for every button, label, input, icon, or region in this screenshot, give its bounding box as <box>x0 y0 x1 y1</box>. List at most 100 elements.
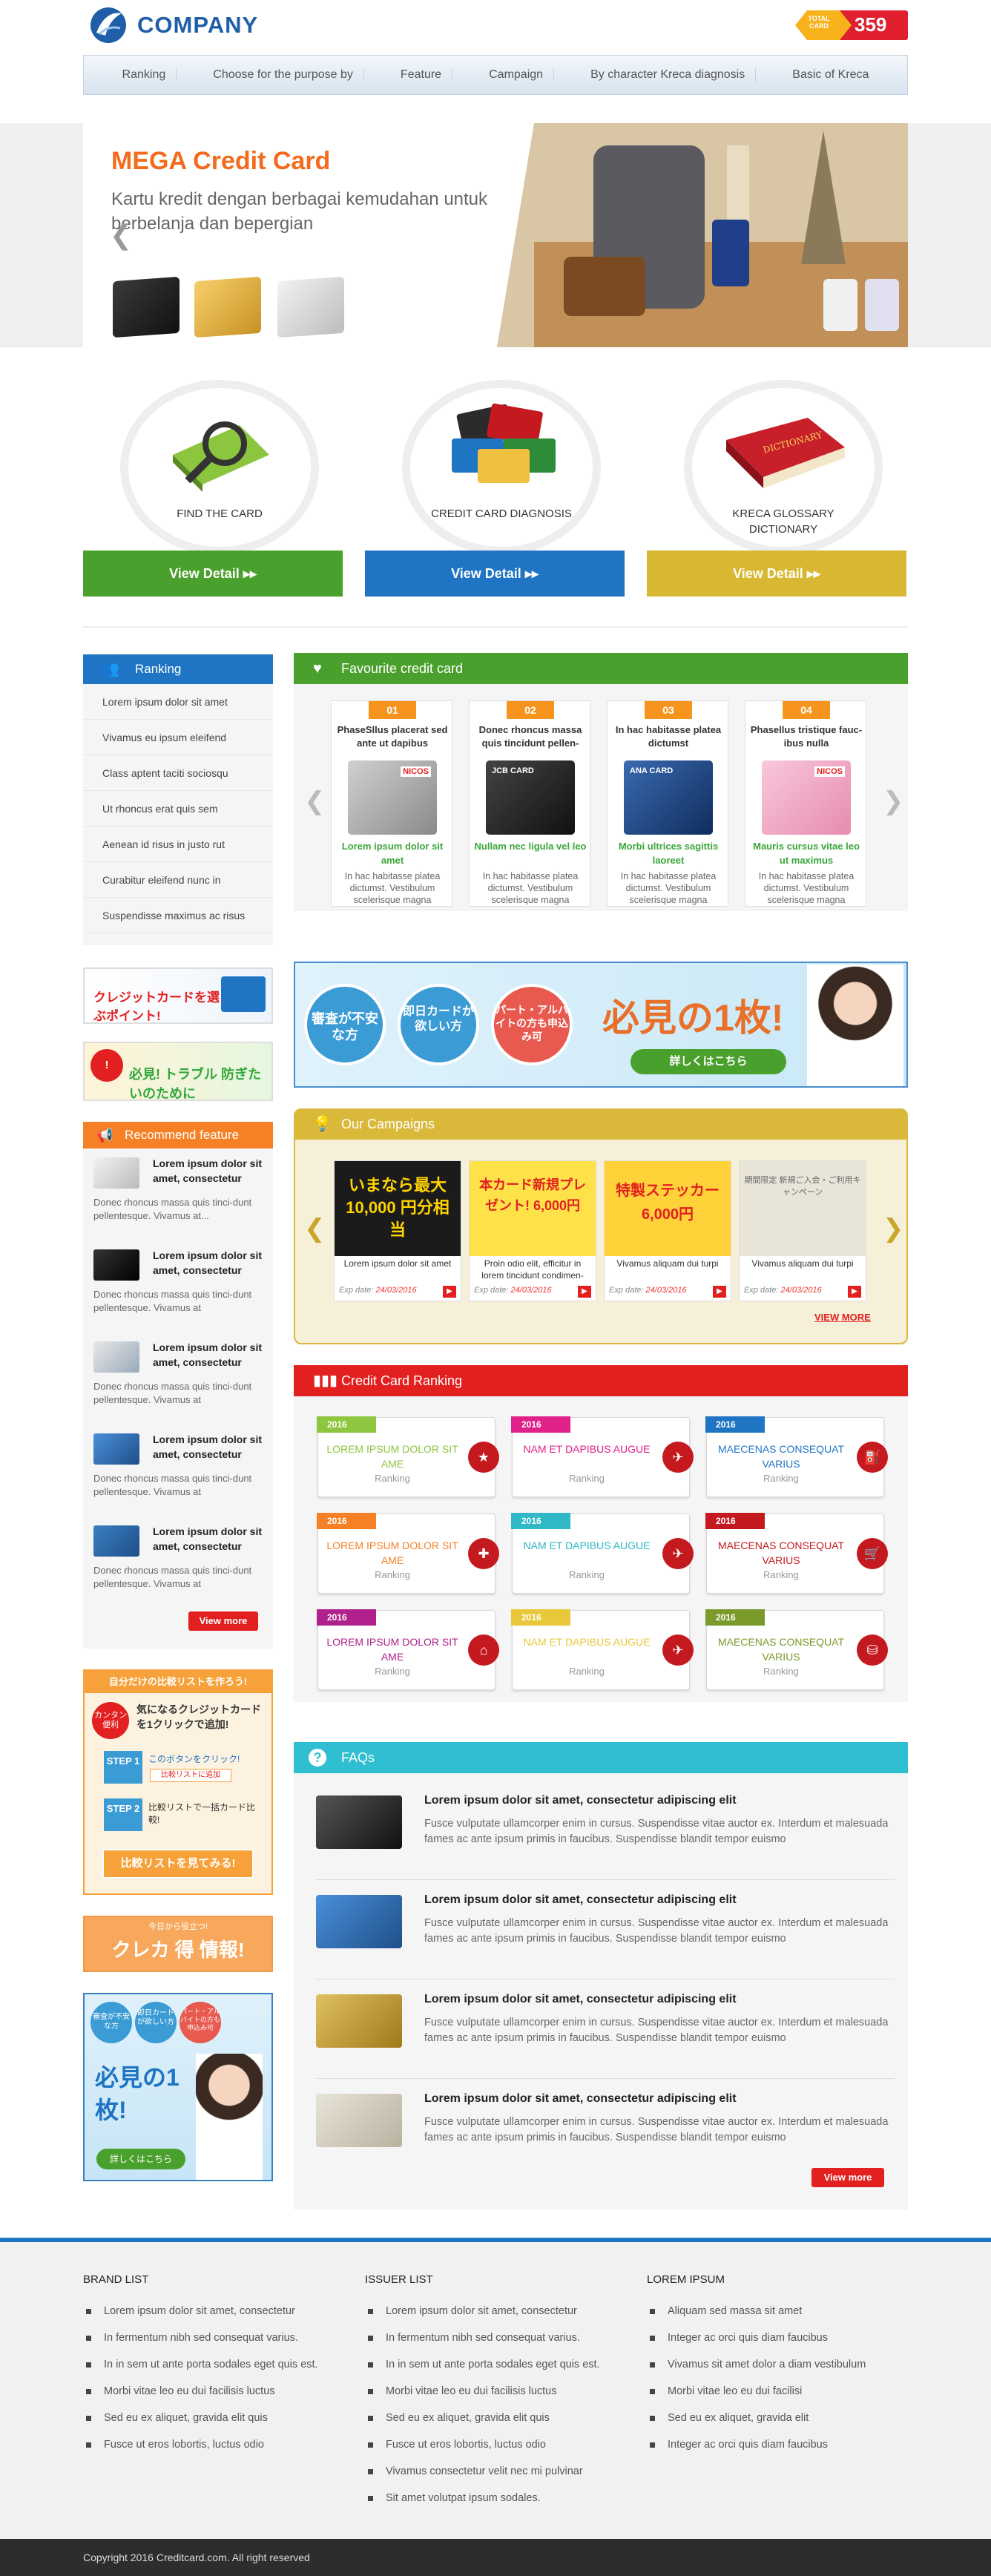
footer-col-title: BRAND LIST <box>83 2273 149 2286</box>
footer-link[interactable]: Vivamus sit amet dolor a diam vestibulum <box>647 2351 892 2378</box>
footer-link[interactable]: In in sem ut ante porta sodales eget qui… <box>365 2351 610 2378</box>
banner-prev-arrow[interactable]: ❮ <box>110 220 132 251</box>
ranking-category-icon: ★ <box>468 1442 499 1473</box>
sidebar-ranking-item[interactable]: Vivamus eu ipsum eleifend <box>83 720 273 755</box>
favourite-prev-arrow[interactable]: ❮ <box>304 786 326 816</box>
ranking-card[interactable]: 2016 MAECENAS CONSEQUAT VARIUS Ranking 🛒 <box>705 1513 888 1594</box>
campaign-go-arrow-icon[interactable]: ▶ <box>713 1286 726 1298</box>
recommend-item[interactable]: Lorem ipsum dolor sit amet, consectetur … <box>93 1333 266 1422</box>
footer-link[interactable]: In in sem ut ante porta sodales eget qui… <box>83 2351 328 2378</box>
find-card-view-detail-button[interactable]: View Detail ▸▸ <box>83 551 343 597</box>
campaign-item[interactable]: 特製ステッカー 6,000円 Vivamus aliquam dui turpi… <box>604 1160 731 1301</box>
recommend-thumb <box>93 1157 139 1189</box>
footer-link[interactable]: In fermentum nibh sed consequat varius. <box>83 2324 328 2351</box>
diagnosis-view-detail-button[interactable]: View Detail ▸▸ <box>365 551 625 597</box>
campaign-exp-date: Exp date: 24/03/2016 <box>744 1286 822 1295</box>
sidebar-ranking-item[interactable]: Suspendisse maximus ac risus <box>83 898 273 933</box>
nav-item-purpose[interactable]: Choose for the purpose by <box>203 68 364 82</box>
nav-item-feature[interactable]: Feature <box>390 68 453 82</box>
ranking-card[interactable]: 2016 MAECENAS CONSEQUAT VARIUS Ranking ⛁ <box>705 1609 888 1690</box>
ranking-card[interactable]: 2016 NAM ET DAPIBUS AUGUE Ranking ✈ <box>511 1513 694 1594</box>
sidebar-ad-choose-points[interactable]: クレジットカードを選ぶポイント! <box>83 967 273 1024</box>
footer-link[interactable]: Fusce ut eros lobortis, luctus odio <box>83 2431 328 2458</box>
recommend-item[interactable]: Lorem ipsum dolor sit amet, consectetur … <box>93 1425 266 1514</box>
ranking-card[interactable]: 2016 LOREM IPSUM DOLOR SIT AME Ranking ★ <box>317 1416 499 1497</box>
sidebar-must-see-ad[interactable]: 審査が不安な方 即日カードが欲しい方 パート・アルバイトの方も申込み可 必見の1… <box>83 1993 273 2181</box>
campaign-item[interactable]: 期間限定 新規ご入会・ご利用キャンペーン Vivamus aliquam dui… <box>739 1160 866 1301</box>
campaign-item[interactable]: 本カード新規プレゼント! 6,000円 Proin odio elit, eff… <box>469 1160 596 1301</box>
ranking-card[interactable]: 2016 LOREM IPSUM DOLOR SIT AME Ranking ⌂ <box>317 1609 499 1690</box>
campaign-image: 本カード新規プレゼント! 6,000円 <box>470 1161 596 1256</box>
campaign-go-arrow-icon[interactable]: ▶ <box>443 1286 456 1298</box>
footer-link[interactable]: Morbi vitae leo eu dui facilisis luctus <box>83 2378 328 2405</box>
add-to-compare-button[interactable]: 比較リストに追加 <box>150 1769 231 1782</box>
campaigns-next-arrow[interactable]: ❯ <box>883 1214 904 1243</box>
campaign-go-arrow-icon[interactable]: ▶ <box>848 1286 861 1298</box>
footer-link[interactable]: Vivamus consectetur velit nec mi pulvina… <box>365 2458 610 2485</box>
footer-link[interactable]: Lorem ipsum dolor sit amet, consectetur <box>83 2298 328 2324</box>
nav-item-diagnosis[interactable]: By character Kreca diagnosis <box>580 68 757 82</box>
footer-link[interactable]: Morbi vitae leo eu dui facilisi <box>647 2378 892 2405</box>
faq-item[interactable]: Lorem ipsum dolor sit amet, consectetur … <box>316 1890 895 1979</box>
campaigns-prev-arrow[interactable]: ❮ <box>304 1214 326 1243</box>
recommend-desc: Donec rhoncus massa quis tinci-dunt pell… <box>93 1565 252 1589</box>
footer-link[interactable]: Aliquam sed massa sit amet <box>647 2298 892 2324</box>
footer-link[interactable]: Sed eu ex aliquet, gravida elit <box>647 2405 892 2431</box>
footer-link[interactable]: Sed eu ex aliquet, gravida elit quis <box>83 2405 328 2431</box>
recommend-item[interactable]: Lorem ipsum dolor sit amet, consectetur … <box>93 1517 266 1606</box>
faq-item[interactable]: Lorem ipsum dolor sit amet, consectetur … <box>316 1791 895 1880</box>
faq-question: Lorem ipsum dolor sit amet, consectetur … <box>424 1993 737 2005</box>
nav-item-campaign[interactable]: Campaign <box>478 68 555 82</box>
recommend-view-more-button[interactable]: View more <box>188 1611 258 1631</box>
footer-link[interactable]: Fusce ut eros lobortis, luctus odio <box>365 2431 610 2458</box>
footer-link[interactable]: Lorem ipsum dolor sit amet, consectetur <box>365 2298 610 2324</box>
footer-link[interactable]: In fermentum nibh sed consequat varius. <box>365 2324 610 2351</box>
recommend-item[interactable]: Lorem ipsum dolor sit amet, consectetur … <box>93 1241 266 1330</box>
nav-item-ranking[interactable]: Ranking <box>112 68 177 82</box>
footer-link[interactable]: Sit amet volutpat ipsum sodales. <box>365 2485 610 2511</box>
sidebar-ranking-item[interactable]: Lorem ipsum dolor sit amet <box>83 684 273 720</box>
sidebar-ad-trouble[interactable]: ! 必見! トラブル 防ぎたいのために <box>83 1042 273 1101</box>
sidebar-ranking-item[interactable]: Class aptent taciti sociosqu <box>83 755 273 791</box>
ranking-card[interactable]: 2016 LOREM IPSUM DOLOR SIT AME Ranking ✚ <box>317 1513 499 1594</box>
ranking-category-icon: ⛁ <box>857 1634 888 1666</box>
sidebar-ranking-item[interactable]: Curabitur eleifend nunc in <box>83 862 273 898</box>
ranking-category-icon: 🛒 <box>857 1538 888 1569</box>
faq-item[interactable]: Lorem ipsum dolor sit amet, consectetur … <box>316 2089 895 2178</box>
campaigns-view-more-link[interactable]: VIEW MORE <box>814 1312 871 1323</box>
nav-item-basic[interactable]: Basic of Kreca <box>782 68 879 82</box>
footer-link[interactable]: Integer ac orci quis diam faucibus <box>647 2431 892 2458</box>
step1-text: このボタンをクリック! <box>148 1754 240 1764</box>
faq-view-more-button[interactable]: View more <box>811 2168 884 2187</box>
favourite-rank-number: 01 <box>369 701 416 719</box>
favourite-next-arrow[interactable]: ❯ <box>883 786 904 816</box>
sidebar-kureka-info-ad[interactable]: 今日から役立つ! クレカ 得 情報! <box>83 1916 273 1972</box>
sidebar-ranking-item[interactable]: Ut rhoncus erat quis sem <box>83 791 273 827</box>
favourite-card-item[interactable]: 03 In hac habitasse platea dictumst ANA … <box>607 700 728 907</box>
recommend-item[interactable]: Lorem ipsum dolor sit amet, consectetur … <box>93 1149 266 1238</box>
tool-circle <box>402 380 601 555</box>
campaign-exp-date: Exp date: 24/03/2016 <box>609 1286 687 1295</box>
must-see-banner-ad[interactable]: 審査が不安な方 即日カードが欲しい方 パート・アルバイトの方も申込み可 必見の1… <box>294 962 908 1088</box>
ad-text: 必見! トラブル 防ぎたいのために <box>129 1067 261 1101</box>
favourite-card-item[interactable]: 04 Phasellus tristique fauc-ibus nulla N… <box>745 700 866 907</box>
footer-link[interactable]: Sed eu ex aliquet, gravida elit quis <box>365 2405 610 2431</box>
faq-item[interactable]: Lorem ipsum dolor sit amet, consectetur … <box>316 1990 895 2079</box>
campaign-go-arrow-icon[interactable]: ▶ <box>578 1286 591 1298</box>
dictionary-view-detail-button[interactable]: View Detail ▸▸ <box>647 551 906 597</box>
hero-banner[interactable]: MEGA Credit Card Kartu kredit dengan ber… <box>83 123 908 347</box>
ad-details-button[interactable]: 詳しくはこちら <box>96 2149 185 2169</box>
ranking-card[interactable]: 2016 NAM ET DAPIBUS AUGUE Ranking ✈ <box>511 1609 694 1690</box>
favourite-card-highlight: Morbi ultrices sagittis laoreet <box>618 841 719 866</box>
ad-details-button[interactable]: 詳しくはこちら <box>631 1049 786 1074</box>
footer-link[interactable]: Morbi vitae leo eu dui facilisis luctus <box>365 2378 610 2405</box>
ranking-card[interactable]: 2016 NAM ET DAPIBUS AUGUE Ranking ✈ <box>511 1416 694 1497</box>
favourite-card-item[interactable]: 02 Donec rhoncus massa quis tincidunt pe… <box>469 700 590 907</box>
sidebar-ranking-item[interactable]: Aenean id risus in justo rut <box>83 827 273 862</box>
view-compare-list-button[interactable]: 比較リストを見てみる! <box>102 1849 254 1879</box>
ranking-card[interactable]: 2016 MAECENAS CONSEQUAT VARIUS Ranking ⛽ <box>705 1416 888 1497</box>
footer-link[interactable]: Integer ac orci quis diam faucibus <box>647 2324 892 2351</box>
favourite-card-item[interactable]: 01 PhaseSllus placerat sed ante ut dapib… <box>331 700 452 907</box>
campaign-item[interactable]: いまなら最大 10,000 円分相当 Lorem ipsum dolor sit… <box>334 1160 461 1301</box>
ad-circle-part-time: パート・アルバイトの方も申込み可 <box>180 2002 221 2043</box>
